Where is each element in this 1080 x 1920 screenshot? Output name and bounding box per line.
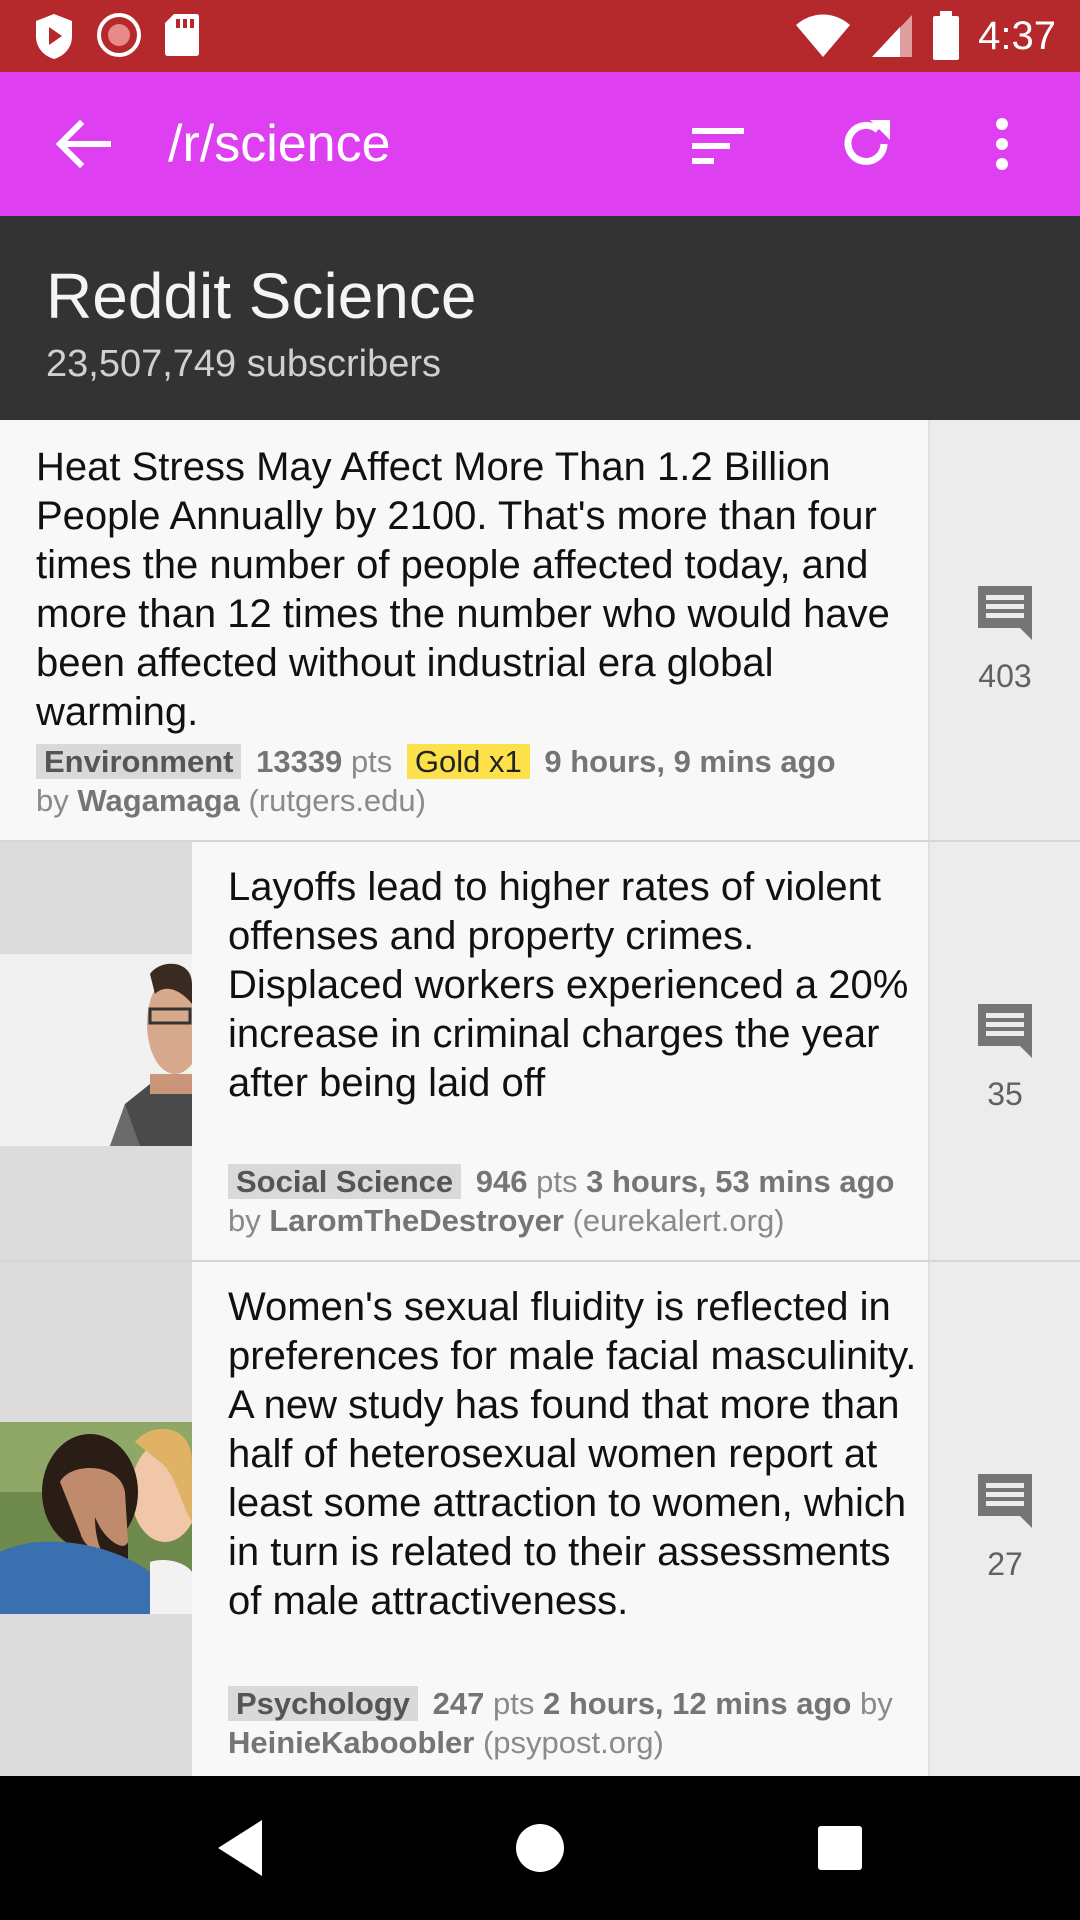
post-meta: Social Science 946 pts 3 hours, 53 mins … bbox=[228, 1162, 928, 1240]
post-flair: Environment bbox=[36, 744, 242, 779]
post-points: 13339 bbox=[256, 744, 343, 779]
back-arrow-icon[interactable] bbox=[52, 116, 112, 172]
comments-button[interactable]: 403 bbox=[928, 420, 1080, 840]
post-flair: Psychology bbox=[228, 1686, 418, 1721]
status-bar: 4:37 bbox=[0, 0, 1080, 72]
post-author[interactable]: LaromTheDestroyer bbox=[269, 1203, 564, 1238]
thumbnail-column bbox=[0, 1262, 192, 1776]
post-points: 247 bbox=[432, 1686, 485, 1721]
comment-count: 35 bbox=[987, 1076, 1023, 1112]
person-photo-icon bbox=[0, 954, 192, 1146]
wifi-icon bbox=[796, 14, 851, 57]
post-item[interactable]: Layoffs lead to higher rates of violent … bbox=[0, 842, 1080, 1262]
thumbnail-column bbox=[0, 842, 192, 1260]
post-time: 2 hours, 12 mins ago bbox=[542, 1686, 852, 1721]
post-title: Women's sexual fluidity is reflected in … bbox=[228, 1285, 917, 1623]
comment-count: 403 bbox=[978, 658, 1032, 694]
sort-icon[interactable] bbox=[688, 118, 748, 174]
comment-icon bbox=[978, 586, 1032, 640]
subreddit-header: Reddit Science 23,507,749 subscribers bbox=[0, 216, 1080, 420]
recents-square-icon[interactable] bbox=[816, 1824, 864, 1872]
gold-badge: Gold x1 bbox=[406, 744, 530, 779]
post-domain: (eurekalert.org) bbox=[572, 1203, 785, 1238]
app-toolbar: /r/science bbox=[0, 72, 1080, 216]
shield-play-icon bbox=[36, 14, 72, 59]
toolbar-title: /r/science bbox=[168, 115, 391, 173]
by-label: by bbox=[228, 1203, 261, 1238]
post-domain: (psypost.org) bbox=[482, 1725, 664, 1760]
post-author[interactable]: Wagamaga bbox=[77, 783, 240, 818]
points-label: pts bbox=[492, 1686, 535, 1721]
comment-count: 27 bbox=[987, 1546, 1023, 1582]
back-triangle-icon[interactable] bbox=[212, 1816, 268, 1880]
post-meta: Environment 13339 pts Gold x1 9 hours, 9… bbox=[36, 742, 916, 820]
comments-button[interactable]: 35 bbox=[928, 842, 1080, 1260]
battery-icon bbox=[933, 11, 960, 60]
record-icon bbox=[97, 13, 141, 57]
points-label: pts bbox=[350, 744, 393, 779]
by-label: by bbox=[859, 1686, 893, 1721]
post-thumbnail[interactable] bbox=[0, 954, 192, 1146]
comments-button[interactable]: 27 bbox=[928, 1262, 1080, 1776]
post-title: Heat Stress May Affect More Than 1.2 Bil… bbox=[36, 445, 890, 734]
sd-card-icon bbox=[165, 14, 199, 56]
points-label: pts bbox=[536, 1164, 578, 1199]
signal-icon bbox=[872, 15, 913, 57]
clock: 4:37 bbox=[978, 14, 1056, 58]
post-item[interactable]: Women's sexual fluidity is reflected in … bbox=[0, 1262, 1080, 1776]
home-circle-icon[interactable] bbox=[514, 1822, 566, 1874]
subreddit-name: Reddit Science bbox=[46, 260, 477, 332]
by-label: by bbox=[36, 783, 69, 818]
post-time: 9 hours, 9 mins ago bbox=[544, 744, 836, 779]
post-points: 946 bbox=[475, 1164, 528, 1199]
post-item[interactable]: Heat Stress May Affect More Than 1.2 Bil… bbox=[0, 420, 1080, 842]
post-domain: (rutgers.edu) bbox=[248, 783, 426, 818]
system-nav-bar bbox=[0, 1776, 1080, 1920]
couple-photo-icon bbox=[0, 1422, 192, 1614]
subscriber-count: 23,507,749 subscribers bbox=[46, 343, 442, 385]
comment-icon bbox=[978, 1004, 1032, 1058]
post-flair: Social Science bbox=[228, 1164, 462, 1199]
more-vert-icon[interactable] bbox=[982, 114, 1022, 174]
post-time: 3 hours, 53 mins ago bbox=[586, 1164, 895, 1199]
comment-icon bbox=[978, 1474, 1032, 1528]
post-title: Layoffs lead to higher rates of violent … bbox=[228, 865, 909, 1105]
post-author[interactable]: HeinieKaboobler bbox=[228, 1725, 474, 1760]
post-thumbnail[interactable] bbox=[0, 1422, 192, 1614]
refresh-icon[interactable] bbox=[836, 114, 896, 174]
post-meta: Psychology 247 pts 2 hours, 12 mins ago … bbox=[228, 1684, 928, 1762]
